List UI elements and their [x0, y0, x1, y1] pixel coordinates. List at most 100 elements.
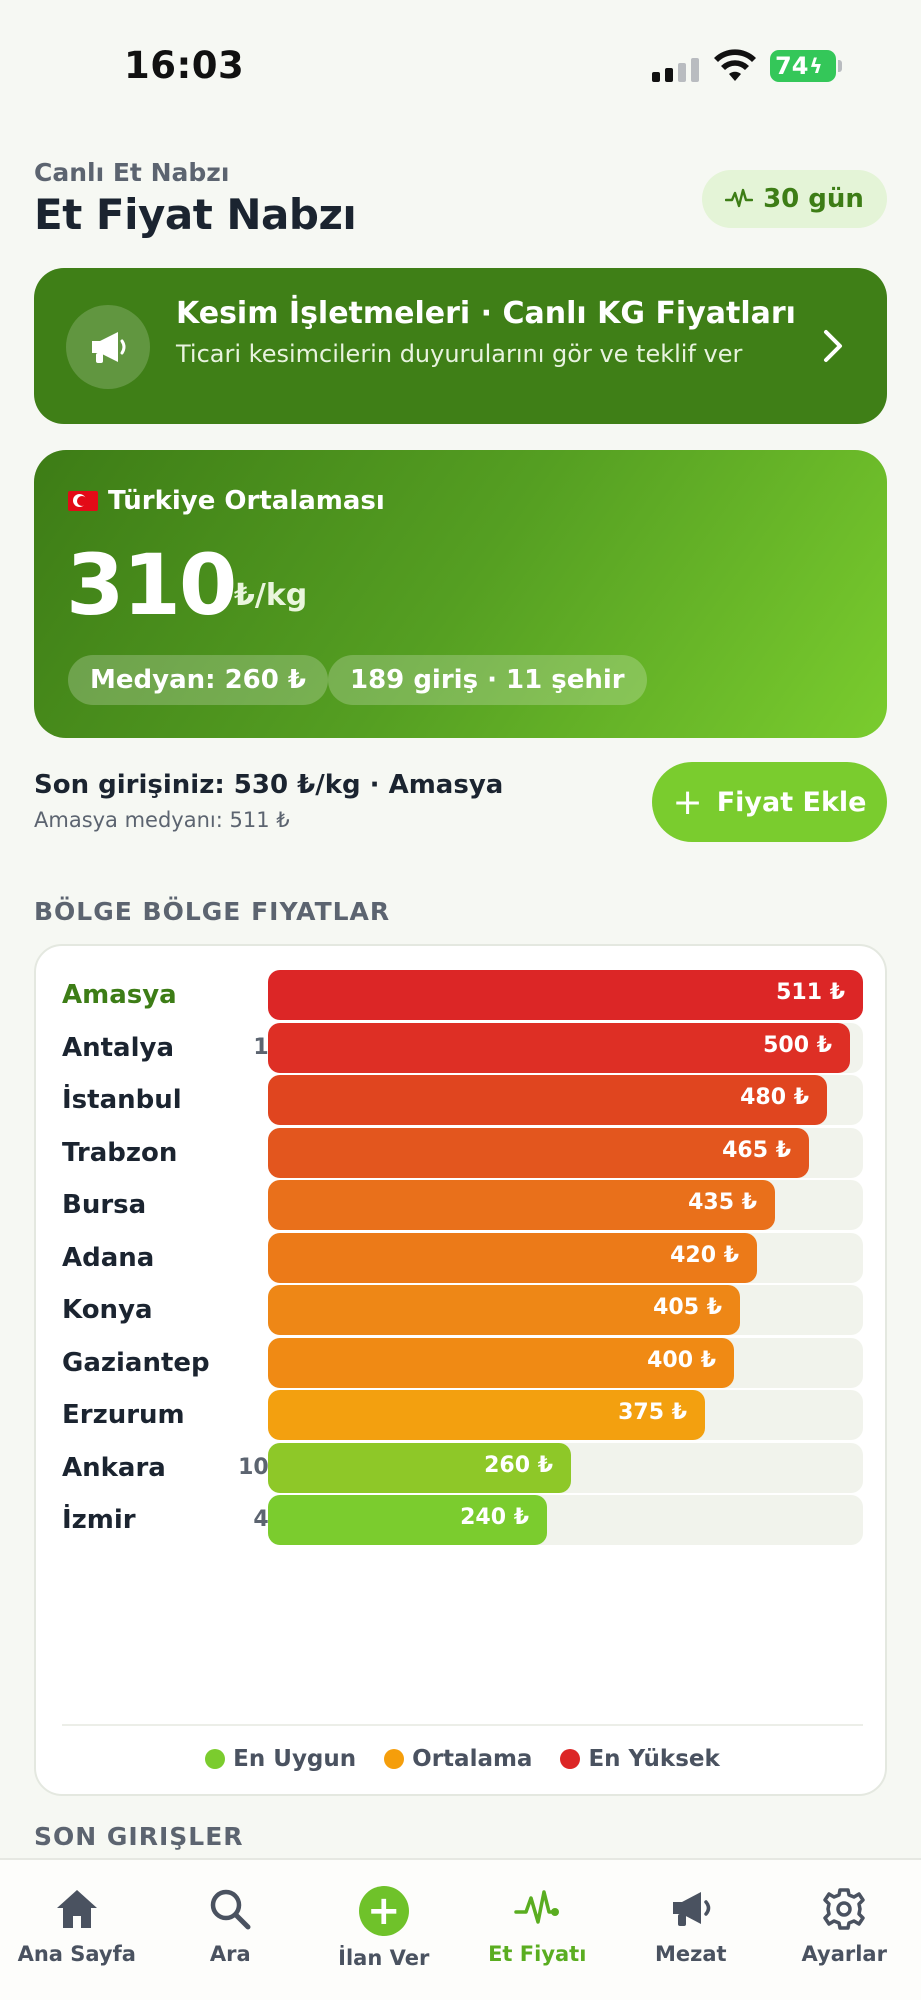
- chevron-right-icon: [824, 330, 842, 362]
- megaphone-icon: [66, 305, 150, 389]
- average-unit: ₺/kg: [234, 578, 308, 613]
- price-bar-label: 480 ₺: [740, 1085, 809, 1110]
- regional-prices-card: Amasya4511 ₺Antalya16500 ₺İstanbul3480 ₺…: [34, 944, 887, 1796]
- turkey-average-card: Türkiye Ortalaması 310 ₺/kg Medyan: 260 …: [34, 450, 887, 738]
- price-bar: 465 ₺: [268, 1127, 809, 1178]
- slaughterhouse-banner[interactable]: Kesim İşletmeleri · Canlı KG Fiyatları T…: [34, 268, 887, 424]
- home-icon: [56, 1890, 97, 1928]
- tab-label: Et Fiyatı: [488, 1942, 587, 1966]
- banner-title: Kesim İşletmeleri · Canlı KG Fiyatları: [176, 296, 796, 331]
- search-icon: [211, 1889, 251, 1930]
- price-bar-track: 400 ₺: [268, 1337, 863, 1388]
- tab-label: Ana Sayfa: [17, 1942, 136, 1966]
- region-row[interactable]: Adana3420 ₺: [36, 1232, 889, 1283]
- price-bar-label: 375 ₺: [618, 1400, 687, 1425]
- tab-meat-price[interactable]: Et Fiyatı: [461, 1860, 615, 2000]
- page-title: Et Fiyat Nabzı: [34, 190, 357, 239]
- gear-icon: [823, 1888, 865, 1930]
- region-row[interactable]: Gaziantep3400 ₺: [36, 1337, 889, 1388]
- clock: 16:03: [124, 44, 245, 87]
- date-range-chip[interactable]: 30 gün: [702, 170, 887, 228]
- price-bar-label: 435 ₺: [688, 1190, 757, 1215]
- price-bar-track: 420 ₺: [268, 1232, 863, 1283]
- legend-item: En Uygun: [205, 1746, 356, 1772]
- region-city: Adana: [62, 1242, 155, 1273]
- region-city: Konya: [62, 1295, 153, 1325]
- price-bar-track: 465 ₺: [268, 1127, 863, 1178]
- price-bar-label: 240 ₺: [460, 1505, 529, 1530]
- battery-indicator: 74 ϟ: [770, 50, 836, 82]
- charging-icon: ϟ: [809, 54, 823, 78]
- tab-bar: Ana Sayfa Ara + İlan Ver Et Fiyatı Mezat…: [0, 1858, 921, 2000]
- region-row[interactable]: Bursa3435 ₺: [36, 1180, 889, 1230]
- price-bar: 375 ₺: [268, 1390, 705, 1440]
- tab-label: Ara: [209, 1942, 251, 1966]
- price-bar: 240 ₺: [268, 1495, 547, 1545]
- region-row[interactable]: Konya3405 ₺: [36, 1285, 889, 1335]
- add-price-button[interactable]: + Fiyat Ekle: [652, 762, 887, 842]
- tab-auction[interactable]: Mezat: [614, 1860, 768, 2000]
- tab-search[interactable]: Ara: [154, 1860, 308, 2000]
- price-bar-label: 260 ₺: [484, 1452, 553, 1478]
- price-bar: 260 ₺: [268, 1442, 571, 1493]
- tab-settings[interactable]: Ayarlar: [768, 1860, 921, 2000]
- legend-item: En Yüksek: [560, 1746, 720, 1772]
- divider: [62, 1724, 863, 1726]
- pulse-icon: [514, 1890, 560, 1924]
- price-bar-track: 500 ₺: [268, 1022, 863, 1073]
- price-bar-track: 375 ₺: [268, 1390, 863, 1440]
- price-bar: 511 ₺: [268, 970, 863, 1020]
- price-bar: 480 ₺: [268, 1075, 827, 1125]
- megaphone-icon: [672, 1892, 710, 1926]
- price-bar-track: 480 ₺: [268, 1075, 863, 1125]
- wifi-icon: [714, 49, 756, 81]
- tab-home[interactable]: Ana Sayfa: [0, 1860, 154, 2000]
- entries-pill: 189 giriş · 11 şehir: [328, 655, 647, 705]
- region-row[interactable]: Antalya16500 ₺: [36, 1022, 889, 1073]
- last-entry-median: Amasya medyanı: 511 ₺: [34, 808, 290, 832]
- date-range-label: 30 gün: [763, 184, 864, 214]
- price-bar-track: 405 ₺: [268, 1285, 863, 1335]
- region-city: Bursa: [62, 1190, 147, 1220]
- legend-label: Ortalama: [412, 1746, 533, 1772]
- legend: En Uygun Ortalama En Yüksek: [36, 1746, 889, 1772]
- price-bar-track: 511 ₺: [268, 970, 863, 1020]
- region-city: Trabzon: [62, 1137, 178, 1168]
- legend-dot: [384, 1749, 405, 1769]
- banner-description: Ticari kesimcilerin duyurularını gör ve …: [176, 340, 743, 368]
- cellular-signal-icon: [652, 52, 699, 82]
- region-row[interactable]: Ankara 107 260 ₺: [36, 1442, 889, 1493]
- region-city: Erzurum: [62, 1400, 185, 1430]
- average-label: Türkiye Ortalaması: [108, 486, 385, 516]
- price-bar-track: 435 ₺: [268, 1180, 863, 1230]
- region-city: Amasya: [62, 980, 177, 1010]
- median-pill: Medyan: 260 ₺: [68, 655, 328, 705]
- region-row[interactable]: Amasya4511 ₺: [36, 970, 889, 1020]
- last-entry-text: Son girişiniz: 530 ₺/kg · Amasya: [34, 770, 504, 800]
- average-value: 310: [66, 536, 237, 634]
- pulse-icon: [725, 188, 754, 208]
- region-row[interactable]: Trabzon3465 ₺: [36, 1127, 889, 1178]
- regional-section-title: BÖLGE BÖLGE FIYATLAR: [34, 897, 391, 926]
- region-city: Antalya: [62, 1032, 175, 1063]
- price-bar-track: 260 ₺: [268, 1442, 863, 1493]
- price-bar-label: 465 ₺: [722, 1137, 791, 1163]
- tab-label: Ayarlar: [801, 1942, 887, 1966]
- battery-tip: [838, 60, 842, 72]
- plus-icon: +: [672, 781, 703, 823]
- region-city: Ankara: [62, 1452, 166, 1483]
- legend-label: En Yüksek: [588, 1746, 720, 1772]
- price-bar: 400 ₺: [268, 1337, 734, 1388]
- tab-post-ad[interactable]: + İlan Ver: [307, 1860, 461, 2000]
- region-row[interactable]: İstanbul3480 ₺: [36, 1075, 889, 1125]
- price-bar: 435 ₺: [268, 1180, 775, 1230]
- region-row[interactable]: İzmir41240 ₺: [36, 1495, 889, 1545]
- turkey-flag-icon: [68, 491, 98, 511]
- battery-level: 74: [775, 52, 809, 80]
- status-bar: 16:03 74 ϟ: [0, 0, 921, 130]
- legend-dot: [205, 1749, 226, 1769]
- average-label-row: Türkiye Ortalaması: [68, 486, 385, 516]
- price-bar-label: 420 ₺: [670, 1242, 739, 1268]
- legend-dot: [560, 1749, 581, 1769]
- region-row[interactable]: Erzurum3375 ₺: [36, 1390, 889, 1440]
